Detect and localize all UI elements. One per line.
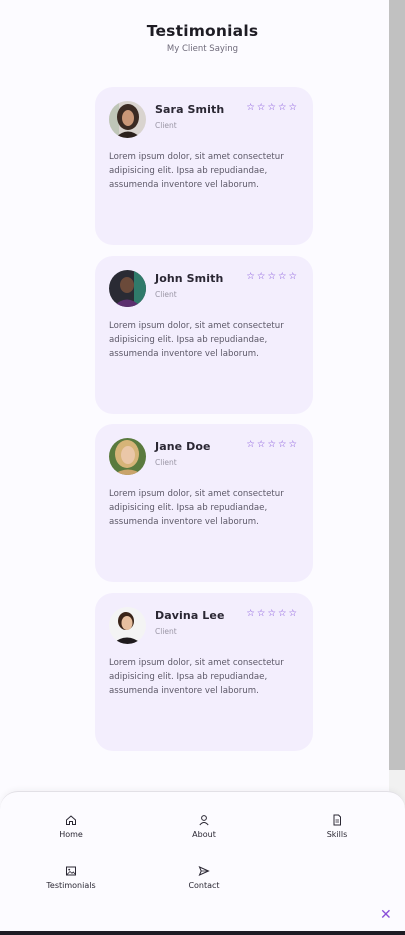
nav-testimonials[interactable]: Testimonials bbox=[16, 865, 126, 890]
testimonial-card: Sara Smith Client ☆☆☆☆☆ Lorem ipsum dolo… bbox=[95, 87, 313, 245]
nav-label: Contact bbox=[188, 881, 220, 890]
nav-skills[interactable]: Skills bbox=[282, 814, 392, 839]
star-rating: ☆☆☆☆☆ bbox=[246, 271, 299, 282]
testimonial-card: Davina Lee Client ☆☆☆☆☆ Lorem ipsum dolo… bbox=[95, 593, 313, 751]
bottom-edge bbox=[0, 931, 405, 935]
home-icon bbox=[66, 815, 76, 825]
nav-label: About bbox=[192, 830, 216, 839]
star-rating: ☆☆☆☆☆ bbox=[246, 102, 299, 113]
client-name: Davina Lee bbox=[155, 609, 225, 622]
avatar bbox=[109, 438, 146, 475]
page-title: Testimonials bbox=[146, 22, 259, 40]
client-role: Client bbox=[155, 121, 177, 130]
client-role: Client bbox=[155, 290, 177, 299]
client-role: Client bbox=[155, 627, 177, 636]
star-rating: ☆☆☆☆☆ bbox=[246, 439, 299, 450]
nav-label: Home bbox=[59, 830, 83, 839]
testimonial-card: John Smith Client ☆☆☆☆☆ Lorem ipsum dolo… bbox=[95, 256, 313, 414]
send-icon bbox=[198, 866, 210, 876]
file-icon bbox=[333, 814, 341, 826]
client-name: Jane Doe bbox=[155, 440, 211, 453]
bottom-nav: Home About Skills Testimonials Contact bbox=[0, 791, 405, 932]
client-name: Sara Smith bbox=[155, 103, 225, 116]
user-icon bbox=[199, 815, 209, 826]
avatar bbox=[109, 607, 146, 644]
client-name: John Smith bbox=[155, 272, 224, 285]
nav-contact[interactable]: Contact bbox=[149, 865, 259, 890]
testimonial-text: Lorem ipsum dolor, sit amet consectetur … bbox=[109, 658, 284, 696]
avatar bbox=[109, 101, 146, 138]
testimonial-text: Lorem ipsum dolor, sit amet consectetur … bbox=[109, 489, 284, 527]
avatar bbox=[109, 270, 146, 307]
nav-home[interactable]: Home bbox=[16, 814, 126, 839]
image-icon bbox=[66, 866, 76, 876]
close-icon[interactable]: ✕ bbox=[380, 908, 392, 922]
testimonial-card: Jane Doe Client ☆☆☆☆☆ Lorem ipsum dolor,… bbox=[95, 424, 313, 582]
testimonial-text: Lorem ipsum dolor, sit amet consectetur … bbox=[109, 152, 284, 190]
star-rating: ☆☆☆☆☆ bbox=[246, 608, 299, 619]
page-subtitle: My Client Saying bbox=[166, 44, 239, 54]
scrollbar-thumb[interactable] bbox=[389, 0, 405, 770]
nav-label: Testimonials bbox=[46, 881, 96, 890]
testimonial-text: Lorem ipsum dolor, sit amet consectetur … bbox=[109, 321, 284, 359]
nav-label: Skills bbox=[326, 830, 348, 839]
client-role: Client bbox=[155, 458, 177, 467]
nav-about[interactable]: About bbox=[149, 814, 259, 839]
